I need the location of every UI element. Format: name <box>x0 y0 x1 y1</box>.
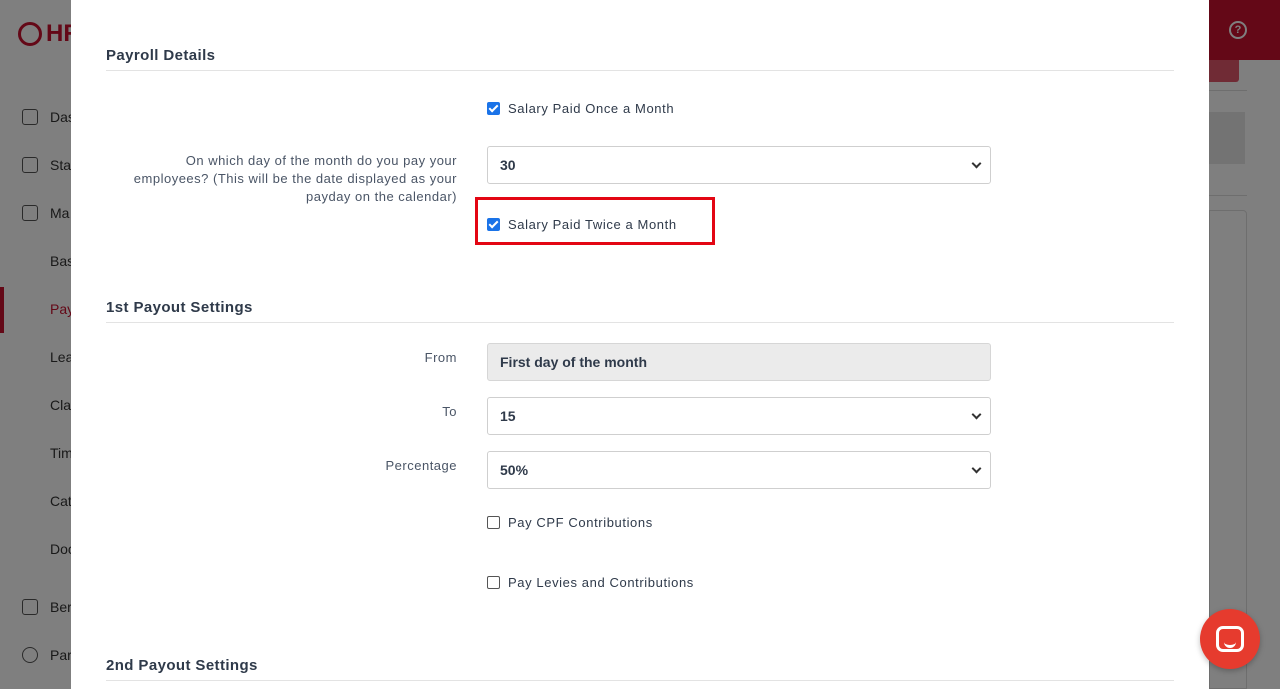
chat-launcher-button[interactable] <box>1200 609 1260 669</box>
percentage-label: Percentage <box>385 458 457 473</box>
pay-cpf-checkbox[interactable]: Pay CPF Contributions <box>487 515 653 530</box>
payday-select[interactable]: 30 <box>487 146 991 184</box>
checkbox-label: Pay CPF Contributions <box>508 515 653 530</box>
section-divider <box>106 70 1174 71</box>
payday-question-label: On which day of the month do you pay you… <box>133 153 457 204</box>
checkbox-checked-icon[interactable] <box>487 102 500 115</box>
section-title-first-payout: 1st Payout Settings <box>106 299 253 316</box>
section-divider <box>106 322 1174 323</box>
payroll-settings-modal: Payroll Details Salary Paid Once a Month… <box>71 0 1209 689</box>
from-label: From <box>424 350 457 365</box>
select-value: 15 <box>500 408 516 424</box>
to-label: To <box>442 404 457 419</box>
chevron-down-icon <box>971 409 982 419</box>
checkbox-label: Pay Levies and Contributions <box>508 575 694 590</box>
section-title-payroll-details: Payroll Details <box>106 47 216 64</box>
chevron-down-icon <box>971 158 982 168</box>
chevron-down-icon <box>971 463 982 473</box>
select-value: 30 <box>500 157 516 173</box>
section-divider <box>106 680 1174 681</box>
checkbox-label: Salary Paid Once a Month <box>508 101 675 116</box>
field-value: First day of the month <box>500 354 647 370</box>
salary-once-a-month-checkbox[interactable]: Salary Paid Once a Month <box>487 101 674 116</box>
select-value: 50% <box>500 462 529 478</box>
percentage-select[interactable]: 50% <box>487 451 991 489</box>
highlight-annotation-box <box>475 197 715 245</box>
chat-icon <box>1216 626 1244 652</box>
pay-levies-checkbox[interactable]: Pay Levies and Contributions <box>487 575 694 590</box>
checkbox-unchecked-icon[interactable] <box>487 576 500 589</box>
from-field: First day of the month <box>487 343 991 381</box>
to-select[interactable]: 15 <box>487 397 991 435</box>
section-title-second-payout: 2nd Payout Settings <box>106 657 258 674</box>
checkbox-unchecked-icon[interactable] <box>487 516 500 529</box>
